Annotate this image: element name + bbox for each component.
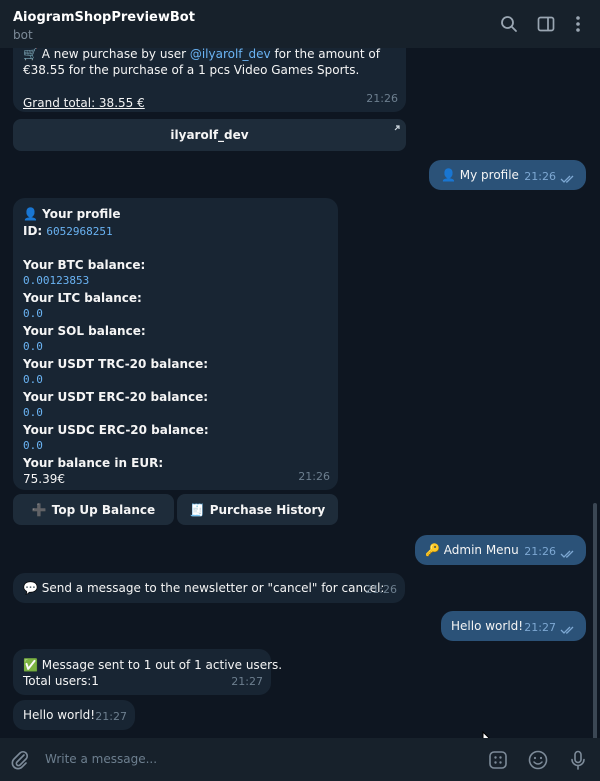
sent-line-1: Message sent to 1 out of 1 active users. — [41, 658, 283, 672]
id-label: ID: — [23, 223, 47, 238]
read-checks-icon — [560, 626, 574, 634]
message-time: 21:26 — [365, 582, 397, 596]
sol-value[interactable]: 0.0 — [23, 339, 209, 356]
usdt-trc-label: Your USDT TRC-20 balance: — [23, 356, 209, 371]
usdt-erc-value[interactable]: 0.0 — [23, 405, 209, 422]
hello-world-incoming: Hello world! 21:27 — [13, 700, 135, 730]
purchase-text-2: for the amount of — [270, 48, 380, 61]
message-time: 21:27 — [231, 674, 263, 688]
top-up-balance-button[interactable]: ➕ Top Up Balance — [13, 494, 174, 525]
chat-area[interactable]: 🛒 A new purchase by user @ilyarolf_dev f… — [0, 48, 600, 738]
bot-commands-icon[interactable] — [487, 749, 509, 771]
user-icon: 👤 — [441, 168, 460, 182]
message-time: 21:26 — [524, 170, 556, 183]
external-link-icon — [394, 125, 400, 131]
newsletter-prompt-message: 💬 Send a message to the newsletter or "c… — [13, 573, 405, 603]
profile-message: 👤 Your profile ID: 6052968251 Your BTC b… — [13, 198, 338, 490]
top-up-label: Top Up Balance — [51, 502, 156, 517]
user-link-button-label: ilyarolf_dev — [170, 128, 249, 142]
emoji-icon[interactable] — [527, 749, 549, 771]
ltc-label: Your LTC balance: — [23, 290, 142, 305]
chat-header: AiogramShopPreviewBot bot — [0, 0, 600, 48]
usdc-erc-value[interactable]: 0.0 — [23, 438, 209, 455]
sent-confirmation-message: ✅ Message sent to 1 out of 1 active user… — [13, 649, 282, 695]
message-time: 21:26 — [366, 91, 398, 105]
profile-title: Your profile — [42, 207, 121, 221]
chat-subtitle: bot — [13, 28, 33, 42]
usdc-erc-label: Your USDC ERC-20 balance: — [23, 422, 209, 437]
purchase-text-3: €38.55 for the purchase of a 1 pcs Video… — [23, 63, 360, 77]
chat-title[interactable]: AiogramShopPreviewBot — [13, 10, 195, 25]
btc-value[interactable]: 0.00123853 — [23, 273, 209, 290]
admin-menu-message: 🔑 Admin Menu 21:26 — [415, 535, 586, 565]
search-icon[interactable] — [499, 14, 519, 34]
attach-icon[interactable] — [9, 749, 31, 771]
check-mark-icon: ✅ — [23, 658, 42, 672]
mouse-cursor-icon — [482, 731, 490, 738]
hello-world-outgoing: Hello world! 21:27 — [441, 611, 586, 641]
key-icon: 🔑 — [425, 543, 444, 557]
receipt-icon: 🧾 — [189, 502, 205, 517]
message-time: 21:27 — [95, 709, 127, 723]
my-profile-message: 👤 My profile 21:26 — [429, 160, 586, 190]
cart-icon: 🛒 — [23, 48, 42, 61]
sidebar-toggle-icon[interactable] — [536, 14, 556, 34]
usdt-erc-label: Your USDT ERC-20 balance: — [23, 389, 209, 404]
microphone-icon[interactable] — [567, 749, 589, 771]
purchase-text-1: A new purchase by user — [41, 48, 190, 61]
message-time: 21:26 — [298, 469, 330, 483]
scrollbar[interactable] — [593, 503, 597, 738]
user-link-button[interactable]: ilyarolf_dev — [13, 119, 406, 151]
read-checks-icon — [560, 175, 574, 183]
sol-label: Your SOL balance: — [23, 323, 146, 338]
message-input[interactable]: Write a message... — [45, 752, 157, 766]
id-value[interactable]: 6052968251 — [46, 225, 112, 238]
speech-bubble-icon: 💬 — [23, 581, 42, 595]
purchase-history-button[interactable]: 🧾 Purchase History — [177, 494, 338, 525]
profile-icon: 👤 — [23, 207, 43, 221]
read-checks-icon — [560, 550, 574, 558]
grand-total: Grand total: 38.55 € — [23, 96, 145, 110]
usdt-trc-value[interactable]: 0.0 — [23, 372, 209, 389]
btc-label: Your BTC balance: — [23, 257, 146, 272]
eur-value: 75.39€ — [23, 472, 65, 486]
message-time: 21:26 — [524, 545, 556, 558]
plus-icon: ➕ — [31, 502, 47, 517]
newsletter-prompt-text: Send a message to the newsletter or "can… — [41, 581, 385, 595]
hello-world-out-text: Hello world! — [451, 619, 524, 633]
hello-world-in-text: Hello world! — [23, 708, 96, 722]
user-mention-link[interactable]: @ilyarolf_dev — [190, 48, 271, 61]
message-composer: Write a message... — [0, 738, 600, 781]
my-profile-text: My profile — [459, 168, 519, 182]
purchase-history-label: Purchase History — [209, 502, 326, 517]
admin-menu-text: Admin Menu — [443, 543, 519, 557]
purchase-message: 🛒 A new purchase by user @ilyarolf_dev f… — [13, 48, 406, 112]
more-menu-icon[interactable] — [568, 14, 588, 34]
eur-label: Your balance in EUR: — [23, 455, 164, 470]
message-time: 21:27 — [524, 621, 556, 634]
ltc-value[interactable]: 0.0 — [23, 306, 209, 323]
